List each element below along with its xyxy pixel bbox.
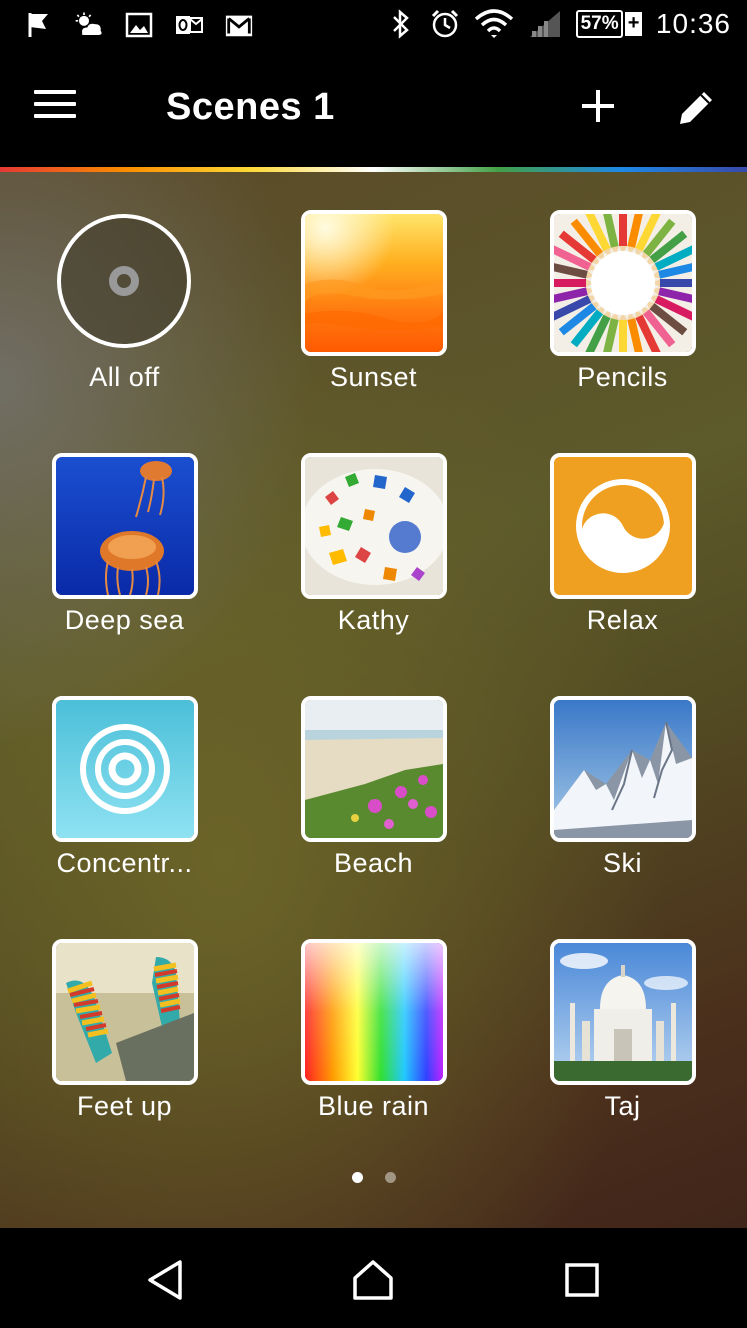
recents-icon	[565, 1263, 599, 1297]
home-icon	[353, 1260, 393, 1300]
scene-label: Deep sea	[64, 605, 185, 635]
scene-blue-rain[interactable]: Blue rain	[249, 939, 449, 1139]
charging-indicator: +	[625, 12, 642, 36]
scene-all-off[interactable]: All off	[0, 210, 200, 410]
feet-up-thumbnail	[52, 939, 198, 1085]
scene-label: Relax	[586, 605, 659, 635]
scene-concentrate[interactable]: Concentr...	[0, 696, 200, 896]
scene-pencils[interactable]: Pencils	[498, 210, 698, 410]
taj-thumbnail	[550, 939, 696, 1085]
wifi-icon	[474, 9, 514, 39]
add-scene-button[interactable]	[576, 84, 620, 128]
page-dot-2[interactable]	[384, 1172, 396, 1183]
scene-label: All off	[89, 362, 160, 392]
sunset-thumbnail	[301, 210, 447, 356]
image-icon	[124, 10, 154, 40]
deep-sea-thumbnail	[52, 453, 198, 599]
kathy-thumbnail	[301, 453, 447, 599]
power-off-icon	[57, 214, 191, 348]
yin-yang-icon	[576, 479, 670, 573]
home-button[interactable]	[351, 1258, 395, 1302]
scene-taj[interactable]: Taj	[498, 939, 698, 1139]
scene-label: Concentr...	[56, 848, 193, 878]
beach-thumbnail	[301, 696, 447, 842]
page-title: Scenes 1	[166, 86, 335, 128]
scene-label: Kathy	[337, 605, 410, 635]
scene-label: Taj	[604, 1091, 641, 1121]
scene-kathy[interactable]: Kathy	[249, 453, 449, 653]
target-icon	[56, 700, 194, 838]
scene-beach[interactable]: Beach	[249, 696, 449, 896]
edit-button[interactable]	[674, 86, 718, 130]
recents-button[interactable]	[560, 1258, 604, 1302]
weather-icon	[74, 10, 104, 40]
ski-thumbnail	[550, 696, 696, 842]
edit-icon	[680, 92, 712, 124]
scene-label: Feet up	[76, 1091, 173, 1121]
scene-label: Pencils	[577, 362, 668, 392]
clock: 10:36	[655, 8, 731, 39]
back-icon	[148, 1260, 182, 1300]
scene-label: Ski	[602, 848, 642, 878]
bluetooth-icon	[386, 9, 416, 39]
system-nav-bar	[0, 1228, 747, 1328]
battery-icon: 57% +	[575, 9, 642, 39]
alarm-icon	[430, 9, 460, 39]
blue-rain-thumbnail	[301, 939, 447, 1085]
scenes-grid-area: All off Sunset Pencils Deep sea Kathy Re…	[0, 172, 747, 1228]
scene-label: Blue rain	[317, 1091, 430, 1121]
battery-percent: 57%	[575, 10, 624, 38]
concentrate-thumbnail	[52, 696, 198, 842]
flag-icon	[24, 10, 54, 40]
pencils-thumbnail	[550, 210, 696, 356]
scene-deep-sea[interactable]: Deep sea	[0, 453, 200, 653]
scene-label: Sunset	[329, 362, 418, 392]
scene-relax[interactable]: Relax	[498, 453, 698, 653]
scene-label: Beach	[333, 848, 414, 878]
gmail-icon	[224, 10, 254, 40]
scene-feet-up[interactable]: Feet up	[0, 939, 200, 1139]
scene-sunset[interactable]: Sunset	[249, 210, 449, 410]
menu-icon	[34, 90, 82, 118]
add-icon	[582, 90, 614, 122]
scene-ski[interactable]: Ski	[498, 696, 698, 896]
app-bar: Scenes 1	[0, 56, 747, 168]
back-button[interactable]	[144, 1258, 188, 1302]
menu-button[interactable]	[34, 90, 82, 130]
relax-thumbnail	[550, 453, 696, 599]
status-bar: 57% + 10:36	[0, 0, 747, 56]
cell-signal-icon	[528, 9, 562, 39]
outlook-icon	[174, 10, 204, 40]
page-dot-1[interactable]	[351, 1172, 363, 1183]
page-indicator	[0, 1172, 747, 1183]
